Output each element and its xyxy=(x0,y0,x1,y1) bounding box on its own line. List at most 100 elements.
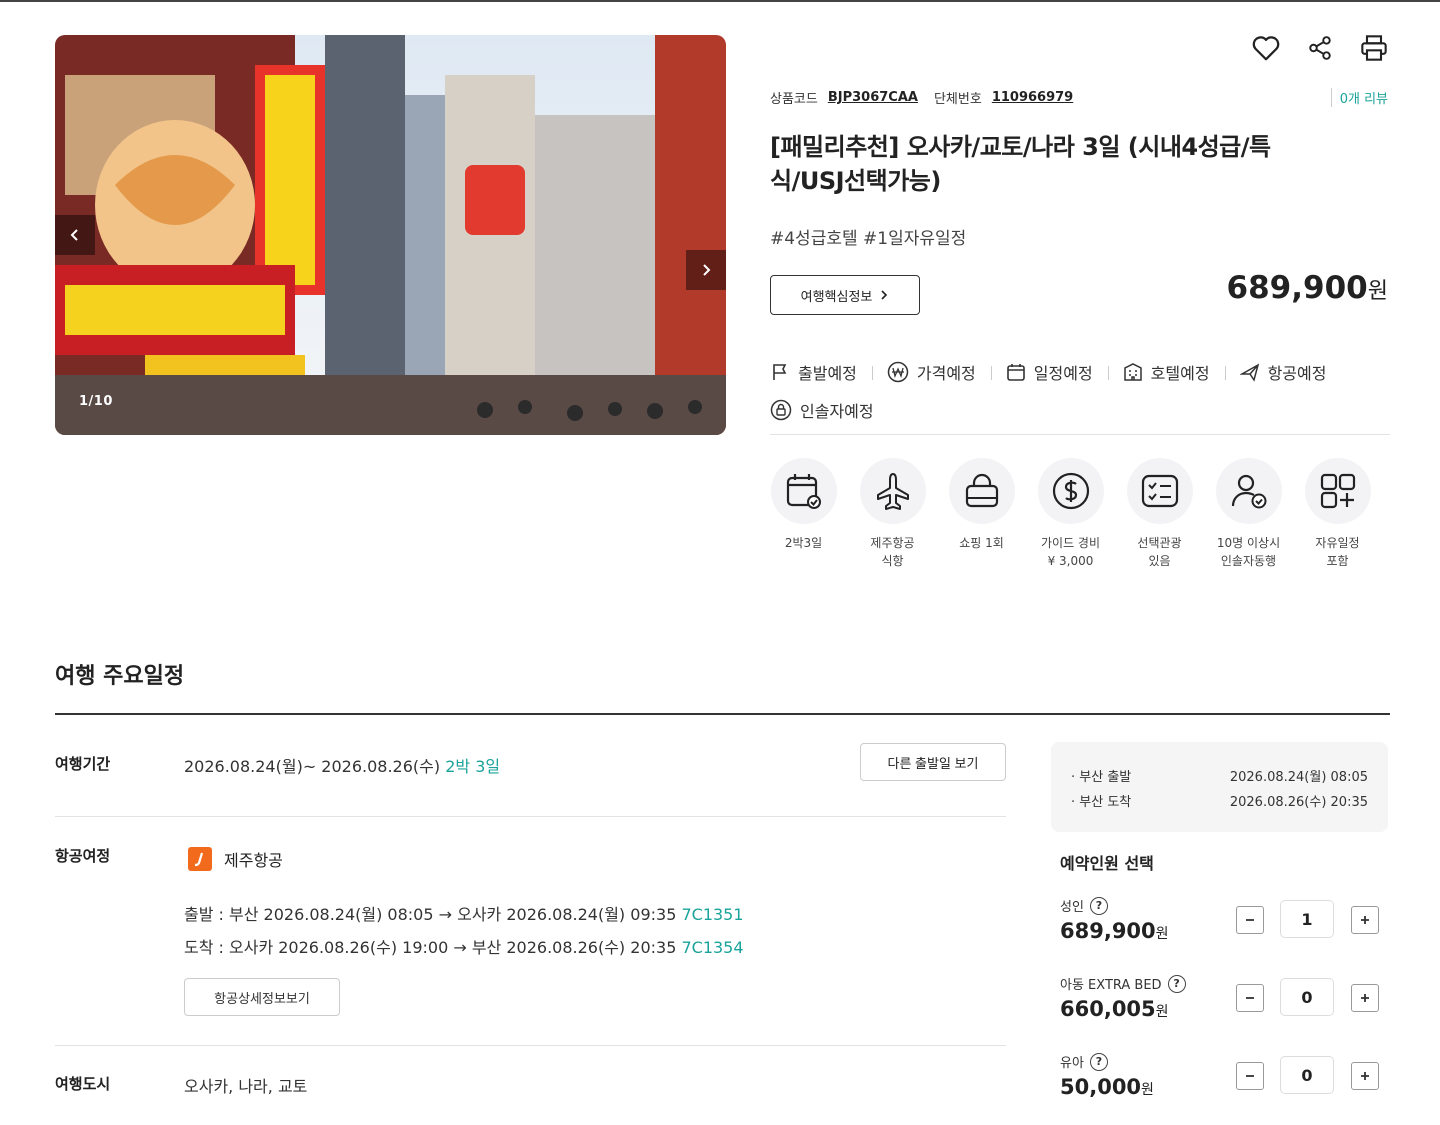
status-list: 출발예정 가격예정 일정예정 호텔예정 항공예정 인솔자예정 xyxy=(770,360,1390,422)
infant-minus-button[interactable] xyxy=(1236,1062,1264,1090)
departure-flight: 출발 : 부산 2026.08.24(월) 08:05 → 오사카 2026.0… xyxy=(184,901,744,925)
plus-icon xyxy=(1361,916,1369,924)
top-border xyxy=(0,0,1440,2)
heart-icon xyxy=(1252,36,1280,61)
user-check-icon xyxy=(1231,474,1266,509)
pax-infant-unit: 원 xyxy=(1141,1082,1154,1098)
price-unit: 원 xyxy=(1367,279,1388,304)
feature-shopping: 쇼핑 1회 xyxy=(948,458,1015,570)
checklist-icon xyxy=(1141,474,1178,508)
feature-duration: 2박3일 xyxy=(770,458,837,570)
period-duration: 2박 3일 xyxy=(445,757,501,776)
calendar-icon xyxy=(1006,364,1025,381)
plane-icon xyxy=(1239,363,1259,382)
pax-infant: 유아? 50,000원 0 xyxy=(1060,1052,1390,1112)
jeju-air-icon xyxy=(194,852,204,867)
pax-child-price: 660,005 xyxy=(1060,997,1156,1021)
airplane-icon xyxy=(876,473,909,510)
pax-infant-price: 50,000 xyxy=(1060,1075,1142,1099)
feature-guide-fee: 가이드 경비 ¥ 3,000 xyxy=(1037,458,1104,570)
feature-list: 2박3일 제주항공 식항 쇼핑 1회 가이드 경비 ¥ 3,000 선택관광 있… xyxy=(770,458,1371,570)
period-dates: 2026.08.24(월)~ 2026.08.26(수) xyxy=(184,757,441,776)
gallery-counter: 1/10 xyxy=(79,394,113,409)
status-price-label: 가격예정 xyxy=(916,364,976,383)
status-departure-label: 출발예정 xyxy=(798,364,857,383)
gallery-next-button[interactable] xyxy=(686,250,726,290)
share-button[interactable] xyxy=(1304,32,1336,64)
dep-label: · 부산 출발 xyxy=(1071,770,1132,785)
other-dates-button[interactable]: 다른 출발일 보기 xyxy=(860,743,1006,781)
flight-label: 항공여정 xyxy=(55,847,111,865)
share-icon xyxy=(1309,36,1331,60)
adult-plus-button[interactable] xyxy=(1351,906,1379,934)
dollar-icon xyxy=(1052,472,1089,510)
divider xyxy=(770,434,1390,435)
wishlist-button[interactable] xyxy=(1250,32,1282,64)
departure-flight-no: 7C1351 xyxy=(681,905,744,924)
shopping-bag-icon xyxy=(965,473,998,508)
child-quantity[interactable]: 0 xyxy=(1280,978,1334,1016)
status-flight: 항공예정 xyxy=(1239,360,1343,384)
arrival-flight: 도착 : 오사카 2026.08.26(수) 19:00 → 부산 2026.0… xyxy=(184,934,744,958)
status-hotel: 호텔예정 xyxy=(1123,360,1226,384)
pax-adult-unit: 원 xyxy=(1155,926,1169,942)
arrival-text: 도착 : 오사카 2026.08.26(수) 19:00 → 부산 2026.0… xyxy=(184,938,677,957)
status-departure: 출발예정 xyxy=(770,360,873,384)
group-number-value[interactable]: 110966979 xyxy=(992,90,1073,105)
airline-name: 제주항공 xyxy=(224,851,283,870)
help-icon[interactable]: ? xyxy=(1167,974,1186,993)
lock-icon xyxy=(770,399,792,421)
flight-detail-button[interactable]: 항공상세정보보기 xyxy=(184,978,340,1016)
child-plus-button[interactable] xyxy=(1351,984,1379,1012)
minus-icon xyxy=(1246,997,1254,999)
feature-optional-tour: 선택관광 있음 xyxy=(1126,458,1193,570)
infant-quantity[interactable]: 0 xyxy=(1280,1056,1334,1094)
plus-icon xyxy=(1361,994,1369,1002)
flag-icon xyxy=(773,364,787,380)
pax-child-label: 아동 EXTRA BED xyxy=(1060,978,1162,993)
section-title: 여행 주요일정 xyxy=(55,664,185,689)
help-icon[interactable]: ? xyxy=(1089,896,1108,915)
airline-logo xyxy=(188,847,212,871)
product-title: [패밀리추천] 오사카/교토/나라 3일 (시내4성급/특식/USJ선택가능) xyxy=(770,133,1271,195)
review-count-link[interactable]: 0개 리뷰 xyxy=(1330,88,1388,107)
infant-plus-button[interactable] xyxy=(1351,1062,1379,1090)
pax-adult-label: 성인 xyxy=(1060,900,1084,915)
feature-guide-fee-label: 가이드 경비 ¥ 3,000 xyxy=(1040,536,1100,568)
product-code-value[interactable]: BJP3067CAA xyxy=(828,90,918,105)
status-price: 가격예정 xyxy=(887,360,992,384)
pax-infant-label: 유아 xyxy=(1060,1056,1084,1071)
core-info-button[interactable]: 여행핵심정보 xyxy=(770,275,920,315)
city-label: 여행도시 xyxy=(55,1075,111,1093)
pax-adult-price: 689,900 xyxy=(1060,919,1156,943)
minus-icon xyxy=(1246,1075,1254,1077)
product-image-gallery[interactable]: 1/10 xyxy=(55,35,726,435)
feature-free-schedule-label: 자유일정 포함 xyxy=(1315,536,1360,568)
price-value: 689,900 xyxy=(1226,270,1368,306)
print-button[interactable] xyxy=(1358,32,1390,64)
product-codes: 상품코드 BJP3067CAA 단체번호 110966979 xyxy=(770,88,1079,107)
row-divider xyxy=(55,1045,1006,1046)
gallery-prev-button[interactable] xyxy=(55,215,95,255)
building-icon xyxy=(1123,363,1142,381)
group-number-label: 단체번호 xyxy=(933,92,982,107)
feature-airline-label: 제주항공 식항 xyxy=(870,536,915,568)
adult-minus-button[interactable] xyxy=(1236,906,1264,934)
arrival-flight-no: 7C1354 xyxy=(681,938,744,957)
period-label: 여행기간 xyxy=(55,755,111,773)
help-icon[interactable]: ? xyxy=(1089,1052,1108,1071)
dep-time: 2026.08.24(월) 08:05 xyxy=(1229,770,1368,785)
feature-tour-leader-label: 10명 이상시 인솔자동행 xyxy=(1216,536,1281,568)
row-divider xyxy=(55,816,1006,817)
section-divider xyxy=(55,713,1390,715)
minus-icon xyxy=(1246,919,1254,921)
feature-free-schedule: 자유일정 포함 xyxy=(1304,458,1371,570)
pax-child-unit: 원 xyxy=(1155,1004,1169,1020)
child-minus-button[interactable] xyxy=(1236,984,1264,1012)
adult-quantity[interactable]: 1 xyxy=(1280,900,1334,938)
departure-summary: · 부산 출발 2026.08.24(월) 08:05 · 부산 도착 2026… xyxy=(1051,742,1388,832)
chevron-left-icon xyxy=(70,229,78,241)
feature-tour-leader: 10명 이상시 인솔자동행 xyxy=(1215,458,1282,570)
feature-airline: 제주항공 식항 xyxy=(859,458,926,570)
core-info-label: 여행핵심정보 xyxy=(800,288,873,304)
